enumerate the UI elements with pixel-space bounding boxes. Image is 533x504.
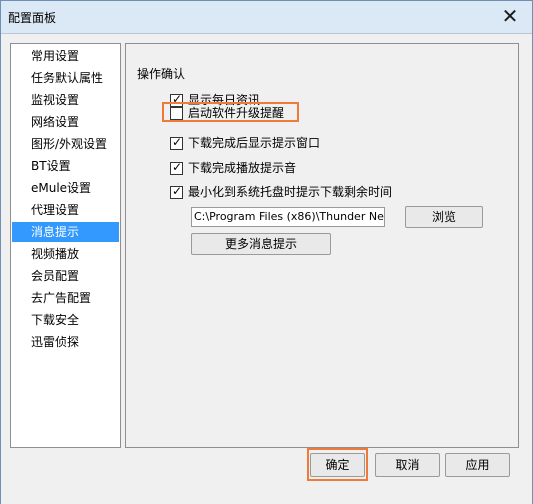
sidebar-item-common[interactable]: 常用设置 — [12, 46, 119, 66]
checkbox-box[interactable] — [170, 107, 183, 120]
sidebar-item-monitor[interactable]: 监视设置 — [12, 90, 119, 110]
cancel-button[interactable]: 取消 — [375, 453, 440, 477]
sidebar-item-download-security[interactable]: 下载安全 — [12, 310, 119, 330]
sidebar-item-proxy[interactable]: 代理设置 — [12, 200, 119, 220]
sidebar-item-network[interactable]: 网络设置 — [12, 112, 119, 132]
checkbox-box[interactable]: ✓ — [170, 135, 183, 150]
check-icon: ✓ — [172, 184, 183, 198]
checkbox-label: 下载完成后显示提示窗口 — [188, 136, 321, 150]
checkbox-box[interactable]: ✓ — [170, 184, 183, 199]
dialog-body: 常用设置 任务默认属性 监视设置 网络设置 图形/外观设置 BT设置 eMule… — [1, 33, 532, 504]
browse-button[interactable]: 浏览 — [405, 206, 483, 228]
window-title: 配置面板 — [8, 11, 57, 25]
checkbox-box[interactable]: ✓ — [170, 160, 183, 175]
check-icon: ✓ — [172, 160, 183, 174]
config-window: 配置面板 ✕ 常用设置 任务默认属性 监视设置 网络设置 图形/外观设置 BT设… — [0, 0, 533, 504]
sidebar-item-task-defaults[interactable]: 任务默认属性 — [12, 68, 119, 88]
checkbox-label: 下载完成播放提示音 — [188, 161, 297, 175]
sound-path-input[interactable]: C:\Program Files (x86)\Thunder Network — [191, 207, 385, 227]
section-title: 操作确认 — [137, 67, 186, 81]
sidebar-item-notifications[interactable]: 消息提示 — [12, 222, 119, 242]
settings-nav: 常用设置 任务默认属性 监视设置 网络设置 图形/外观设置 BT设置 eMule… — [10, 43, 121, 448]
check-icon: ✓ — [172, 135, 183, 149]
more-notifications-button[interactable]: 更多消息提示 — [191, 233, 331, 255]
close-icon[interactable]: ✕ — [498, 4, 522, 28]
sidebar-item-emule[interactable]: eMule设置 — [12, 178, 119, 198]
ok-button[interactable]: 确定 — [310, 453, 365, 477]
checkbox-label: 启动软件升级提醒 — [188, 106, 285, 120]
notification-settings-panel: 操作确认 ✓ 显示每日资讯 启动软件升级提醒 ✓ 下载完成后显示提示窗口 ✓ 下… — [125, 43, 519, 448]
sidebar-item-bt[interactable]: BT设置 — [12, 156, 119, 176]
sidebar-item-detective[interactable]: 迅雷侦探 — [12, 332, 119, 352]
sidebar-item-adblock[interactable]: 去广告配置 — [12, 288, 119, 308]
checkbox-label: 最小化到系统托盘时提示下载剩余时间 — [188, 185, 393, 199]
sidebar-item-video[interactable]: 视频播放 — [12, 244, 119, 264]
sidebar-item-member[interactable]: 会员配置 — [12, 266, 119, 286]
sidebar-item-appearance[interactable]: 图形/外观设置 — [12, 134, 119, 154]
apply-button[interactable]: 应用 — [445, 453, 510, 477]
title-bar: 配置面板 ✕ — [1, 1, 532, 33]
